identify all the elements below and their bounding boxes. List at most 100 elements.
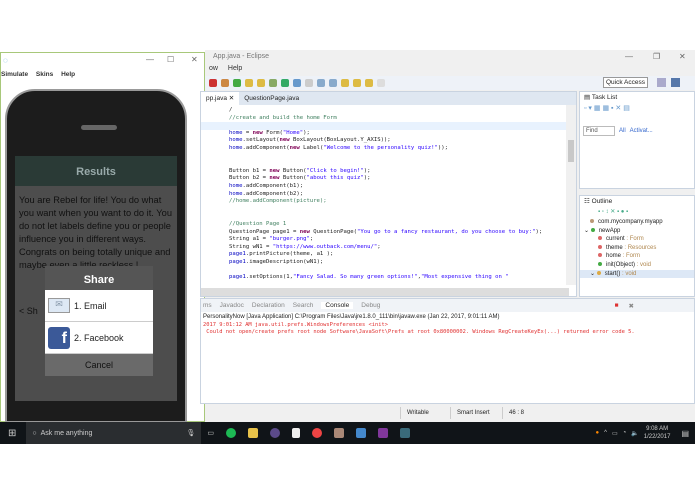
code-line: / <box>229 107 233 113</box>
update-icon[interactable]: ● <box>596 430 600 436</box>
cortana-search[interactable]: ○ Ask me anything 🎙 <box>26 422 202 444</box>
activate-link[interactable]: Activat... <box>630 128 653 134</box>
spotify-icon[interactable] <box>226 428 237 438</box>
wifi-icon[interactable]: ◔ <box>623 430 627 436</box>
terminate-icon[interactable]: ■ <box>615 302 619 309</box>
close-button[interactable]: ✕ <box>679 52 686 61</box>
facebook-label: 2. Facebook <box>74 332 124 343</box>
share-facebook-option[interactable]: f 2. Facebook <box>45 322 153 354</box>
tab-debug[interactable]: Debug <box>361 302 380 309</box>
search-placeholder: Ask me anything <box>40 429 93 437</box>
outline-item[interactable]: ⌄ newApp <box>580 227 694 236</box>
share-link[interactable]: < Sh <box>19 306 38 316</box>
outline-item[interactable]: init(Object) : void <box>580 261 694 270</box>
tab-javadoc[interactable]: Javadoc <box>220 302 244 309</box>
next-annotation-icon[interactable] <box>341 79 349 87</box>
all-link[interactable]: All <box>619 128 626 134</box>
onenote-icon[interactable] <box>378 428 389 438</box>
outline-item[interactable]: home : Form <box>580 252 694 261</box>
task-view-icon[interactable]: ▭ <box>207 429 214 437</box>
outline-item[interactable]: ⌄ start() : void <box>580 269 694 279</box>
app-icon[interactable] <box>334 428 345 438</box>
tab-console[interactable]: Console <box>321 302 354 309</box>
menu-window[interactable]: ow <box>209 65 218 72</box>
media-icon[interactable] <box>292 428 301 438</box>
debug-icon[interactable] <box>209 79 217 87</box>
outline-item[interactable]: current : Form <box>580 235 694 244</box>
menu-help[interactable]: Help <box>61 71 75 78</box>
perspective-icon[interactable] <box>657 78 666 87</box>
menu-simulate[interactable]: Simulate <box>1 71 28 78</box>
code-area[interactable]: ///create and build the home Form home =… <box>201 105 576 282</box>
menu-help[interactable]: Help <box>228 65 242 72</box>
code-line: page1.printPicture(theme, a1 ); <box>229 251 334 258</box>
menu-skins[interactable]: Skins <box>36 71 53 78</box>
package-icon[interactable] <box>221 79 229 87</box>
maximize-button[interactable]: ☐ <box>167 55 174 64</box>
doc-icon[interactable] <box>329 79 337 87</box>
chevron-up-icon[interactable]: ^ <box>604 430 607 436</box>
volume-icon[interactable]: 🔈 <box>631 430 638 437</box>
minimize-button[interactable]: — <box>625 52 633 61</box>
simulator-app-icon[interactable] <box>400 428 411 438</box>
tab-app-java[interactable]: pp.java ✕ <box>201 92 240 105</box>
minimize-button[interactable]: — <box>146 55 154 64</box>
screen-title: Results <box>15 156 177 186</box>
status-insert-mode: Smart Insert <box>450 407 502 419</box>
panel-title: Task List <box>591 94 618 101</box>
outline-item[interactable]: theme : Resources <box>580 244 694 253</box>
prev-annotation-icon[interactable] <box>353 79 361 87</box>
system-tray: ● ^ ▭ ◔ 🔈 9:08 AM 1/22/2017 ▤ <box>596 425 695 441</box>
eclipse-icon[interactable] <box>270 428 281 438</box>
tree-icon[interactable] <box>281 79 289 87</box>
email-label: 1. Email <box>74 300 107 311</box>
folder-icon[interactable] <box>245 79 253 87</box>
forward-icon[interactable] <box>377 79 385 87</box>
tab-problems[interactable]: ms <box>203 302 212 309</box>
find-input[interactable]: Find <box>583 126 615 136</box>
code-editor[interactable]: pp.java ✕ QuestionPage.java ///create an… <box>200 91 577 297</box>
run-icon[interactable] <box>233 79 241 87</box>
cortana-icon: ○ <box>32 429 37 437</box>
outline-toolbar: ▪ ▫ ↕ ✕ ▪ ● ▪ <box>598 209 629 215</box>
code-line: Button b2 = new Button("about this quiz"… <box>229 175 371 182</box>
email-icon: ✉ <box>48 298 70 313</box>
code-line: home.addComponent(new Label("Welcome to … <box>229 144 448 151</box>
share-email-option[interactable]: ✉ 1. Email <box>45 290 153 322</box>
tab-questionpage-java[interactable]: QuestionPage.java <box>239 92 304 105</box>
doc-icon[interactable] <box>305 79 313 87</box>
back-icon[interactable] <box>365 79 373 87</box>
microphone-icon[interactable]: 🎙 <box>187 429 196 437</box>
notifications-icon[interactable]: ▤ <box>681 429 689 438</box>
doc-icon[interactable] <box>317 79 325 87</box>
clock[interactable]: 9:08 AM 1/22/2017 <box>644 425 671 441</box>
battery-icon[interactable]: ▭ <box>612 430 618 437</box>
console-line: 2017 9:01:12 AM java.util.prefs.WindowsP… <box>203 322 388 328</box>
tab-declaration[interactable]: Declaration <box>252 302 285 309</box>
tab-search[interactable]: Search <box>293 302 314 309</box>
cancel-button[interactable]: Cancel <box>45 354 153 376</box>
code-line: page1.imageDescription(wN1); <box>229 258 324 265</box>
remove-launch-icon[interactable]: ✖ <box>629 302 634 310</box>
tab-label: pp.java <box>206 95 227 102</box>
network-app-icon[interactable] <box>356 428 367 438</box>
outline-tab[interactable]: ☷ Outline <box>580 196 694 208</box>
mark-icon[interactable] <box>293 79 301 87</box>
start-button[interactable]: ⊞ <box>8 428 16 439</box>
close-button[interactable]: ✕ <box>191 55 198 64</box>
chrome-icon[interactable] <box>312 428 323 438</box>
vertical-scrollbar[interactable] <box>566 105 576 285</box>
horizontal-scrollbar[interactable] <box>201 288 569 296</box>
open-icon[interactable] <box>257 79 265 87</box>
phone-screen: Results You are Rebel for life! You do w… <box>15 156 177 401</box>
java-perspective-icon[interactable] <box>671 78 680 87</box>
task-list-tab[interactable]: ▤ Task List <box>580 92 694 104</box>
search-icon[interactable] <box>269 79 277 87</box>
restore-button[interactable]: ❐ <box>653 52 660 61</box>
console-panel: ms Javadoc Declaration Search Console De… <box>200 298 695 404</box>
windows-taskbar: ⊞ ○ Ask me anything 🎙 ▭ ● ^ ▭ ◔ 🔈 9:08 A… <box>0 422 695 444</box>
file-explorer-icon[interactable] <box>248 428 259 438</box>
quick-access-input[interactable]: Quick Access <box>603 77 649 88</box>
outline-item[interactable]: com.mycompany.myapp <box>580 218 694 227</box>
